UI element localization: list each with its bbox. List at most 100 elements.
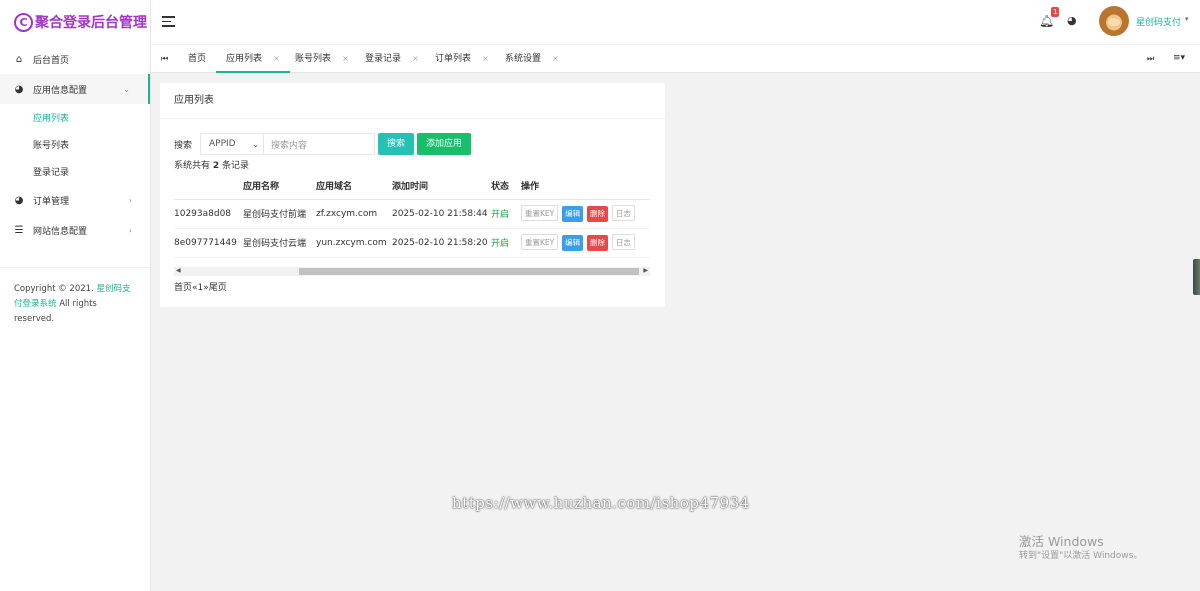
avatar[interactable] bbox=[1099, 6, 1129, 36]
sidebar-subitem-account-list[interactable]: 账号列表 bbox=[0, 131, 150, 158]
close-icon[interactable]: × bbox=[482, 54, 489, 63]
col-domain: 应用域名 bbox=[316, 172, 392, 200]
delete-button[interactable]: 删除 bbox=[587, 206, 608, 222]
tab-label: 系统设置 bbox=[505, 54, 542, 64]
col-time: 添加时间 bbox=[392, 172, 491, 200]
tab-account-list[interactable]: 账号列表 × bbox=[295, 45, 349, 73]
search-input[interactable]: 搜索内容 bbox=[263, 133, 376, 155]
cell-time: 2025-02-10 21:58:20 bbox=[392, 228, 491, 258]
side-drawer-handle[interactable] bbox=[1193, 259, 1200, 295]
close-icon[interactable]: × bbox=[412, 54, 419, 63]
cell-domain: yun.zxcym.com bbox=[316, 228, 392, 258]
copyright-prefix: Copyright © 2021. bbox=[14, 284, 97, 294]
sidebar-item-app-config[interactable]: ◕ 应用信息配置 ⌄ bbox=[0, 74, 150, 104]
logo[interactable]: C 聚合登录后台管理 bbox=[0, 0, 150, 44]
list-icon: ☰ bbox=[14, 224, 24, 236]
cell-name: 星创码支付云端 bbox=[243, 228, 316, 258]
sidebar: C 聚合登录后台管理 ⌂ 后台首页 ◕ 应用信息配置 ⌄ 应用列表 账号列表 登… bbox=[0, 0, 151, 591]
log-button[interactable]: 日志 bbox=[611, 205, 635, 221]
chevron-right-icon: › bbox=[128, 195, 132, 205]
tab-app-list[interactable]: 应用列表 × bbox=[216, 45, 290, 73]
add-app-button[interactable]: 添加应用 bbox=[417, 133, 472, 155]
scroll-left-arrow-icon[interactable]: ◀ bbox=[176, 267, 181, 274]
user-name[interactable]: 星创码支付 bbox=[1136, 15, 1181, 28]
tab-scroll-left-icon[interactable]: ⏮ bbox=[161, 54, 168, 64]
table-row: 10293a8d08 星创码支付前端 zf.zxcym.com 2025-02-… bbox=[174, 199, 650, 229]
chevron-right-icon: › bbox=[128, 225, 132, 235]
tab-label: 应用列表 bbox=[226, 54, 263, 64]
select-value: APPID bbox=[209, 139, 236, 149]
col-actions: 操作 bbox=[521, 172, 650, 200]
cell-status: 开启 bbox=[491, 228, 521, 258]
cell-time: 2025-02-10 21:58:44 bbox=[392, 199, 491, 229]
tab-bar: ⏮ 首页 应用列表 × 账号列表 × 登录记录 × 订单列表 × 系统设置 × ⏭ ≡▾ bbox=[151, 44, 1200, 73]
logo-icon: C bbox=[14, 12, 33, 32]
table-header-row: 应用名称 应用域名 添加时间 状态 操作 bbox=[174, 172, 650, 200]
col-status: 状态 bbox=[491, 172, 521, 200]
palette-icon: ◕ bbox=[14, 194, 24, 206]
table-row: 8e097771449 星创码支付云端 yun.zxcym.com 2025-0… bbox=[174, 228, 650, 258]
sidebar-nav: ⌂ 后台首页 ◕ 应用信息配置 ⌄ 应用列表 账号列表 登录记录 ◕ 订单管理 … bbox=[0, 44, 150, 245]
app-title: 聚合登录后台管理 bbox=[35, 15, 147, 31]
scroll-right-arrow-icon[interactable]: ▶ bbox=[643, 267, 648, 274]
search-bar: 搜索 APPID ⌄ 搜索内容 搜索 添加应用 bbox=[174, 133, 472, 155]
app-table: 应用名称 应用域名 添加时间 状态 操作 10293a8d08 星创码支付前端 … bbox=[174, 172, 650, 258]
pagination[interactable]: 首页«1»尾页 bbox=[174, 280, 227, 293]
palette-icon: ◕ bbox=[14, 83, 24, 95]
col-appid bbox=[174, 172, 243, 200]
cell-actions: 重置KEY 编辑 删除 日志 bbox=[521, 199, 650, 229]
log-button[interactable]: 日志 bbox=[611, 234, 635, 250]
home-icon: ⌂ bbox=[15, 53, 23, 65]
card-title: 应用列表 bbox=[160, 83, 665, 119]
tab-order-list[interactable]: 订单列表 × bbox=[435, 45, 489, 73]
tab-scroll-right-icon[interactable]: ⏭ bbox=[1147, 54, 1154, 64]
edit-button[interactable]: 编辑 bbox=[562, 206, 584, 222]
sidebar-item-home[interactable]: ⌂ 后台首页 bbox=[0, 44, 150, 74]
reset-key-button[interactable]: 重置KEY bbox=[521, 205, 559, 221]
caret-down-icon[interactable]: ▾ bbox=[1185, 15, 1189, 23]
cell-appid: 8e097771449 bbox=[174, 228, 243, 258]
tab-system-settings[interactable]: 系统设置 × bbox=[505, 45, 559, 73]
tab-menu-icon[interactable]: ≡▾ bbox=[1173, 53, 1185, 63]
tab-label: 账号列表 bbox=[295, 54, 332, 64]
search-field-select[interactable]: APPID ⌄ bbox=[200, 133, 264, 155]
record-suffix: 条记录 bbox=[219, 161, 250, 171]
tab-login-records[interactable]: 登录记录 × bbox=[365, 45, 419, 73]
tab-label: 订单列表 bbox=[435, 54, 472, 64]
app-list-card: 应用列表 搜索 APPID ⌄ 搜索内容 搜索 添加应用 系统共有 2 条记录 … bbox=[160, 83, 665, 307]
scrollbar-thumb[interactable] bbox=[299, 268, 639, 275]
sidebar-subitem-login-records[interactable]: 登录记录 bbox=[0, 158, 150, 185]
theme-palette-icon[interactable]: ◕ bbox=[1067, 14, 1077, 27]
close-icon[interactable]: × bbox=[552, 54, 559, 63]
top-header: 🔔︎ 1 ◕ 星创码支付 ▾ bbox=[151, 0, 1200, 44]
delete-button[interactable]: 删除 bbox=[587, 235, 608, 251]
watermark-text: https://www.huzhan.com/ishop47934 bbox=[452, 494, 750, 512]
reset-key-button[interactable]: 重置KEY bbox=[521, 234, 559, 250]
cell-status: 开启 bbox=[491, 199, 521, 229]
sidebar-item-label: 应用信息配置 bbox=[33, 85, 88, 96]
sidebar-item-orders[interactable]: ◕ 订单管理 › bbox=[0, 185, 150, 215]
sidebar-item-site-config[interactable]: ☰ 网站信息配置 › bbox=[0, 215, 150, 245]
edit-button[interactable]: 编辑 bbox=[562, 235, 584, 251]
tab-label: 首页 bbox=[188, 54, 207, 64]
menu-toggle-icon[interactable] bbox=[162, 16, 175, 30]
windows-activation-subtitle: 转到"设置"以激活 Windows。 bbox=[1019, 551, 1143, 561]
close-icon[interactable]: × bbox=[273, 54, 280, 63]
chevron-down-icon: ⌄ bbox=[252, 139, 260, 149]
search-label: 搜索 bbox=[174, 140, 193, 151]
chevron-down-icon: ⌄ bbox=[123, 84, 130, 94]
cell-appid: 10293a8d08 bbox=[174, 199, 243, 229]
tab-label: 登录记录 bbox=[365, 54, 402, 64]
close-icon[interactable]: × bbox=[342, 54, 349, 63]
sidebar-item-label: 后台首页 bbox=[33, 55, 70, 66]
col-name: 应用名称 bbox=[243, 172, 316, 200]
horizontal-scrollbar[interactable]: ◀ ▶ bbox=[174, 267, 650, 276]
sidebar-subitem-app-list[interactable]: 应用列表 bbox=[0, 104, 150, 131]
search-button[interactable]: 搜索 bbox=[378, 133, 415, 155]
cell-name: 星创码支付前端 bbox=[243, 199, 316, 229]
cell-domain: zf.zxcym.com bbox=[316, 199, 392, 229]
tab-home[interactable]: 首页 bbox=[188, 45, 206, 73]
record-count: 系统共有 2 条记录 bbox=[174, 158, 249, 171]
record-prefix: 系统共有 bbox=[174, 161, 213, 171]
sidebar-item-label: 网站信息配置 bbox=[33, 226, 88, 237]
